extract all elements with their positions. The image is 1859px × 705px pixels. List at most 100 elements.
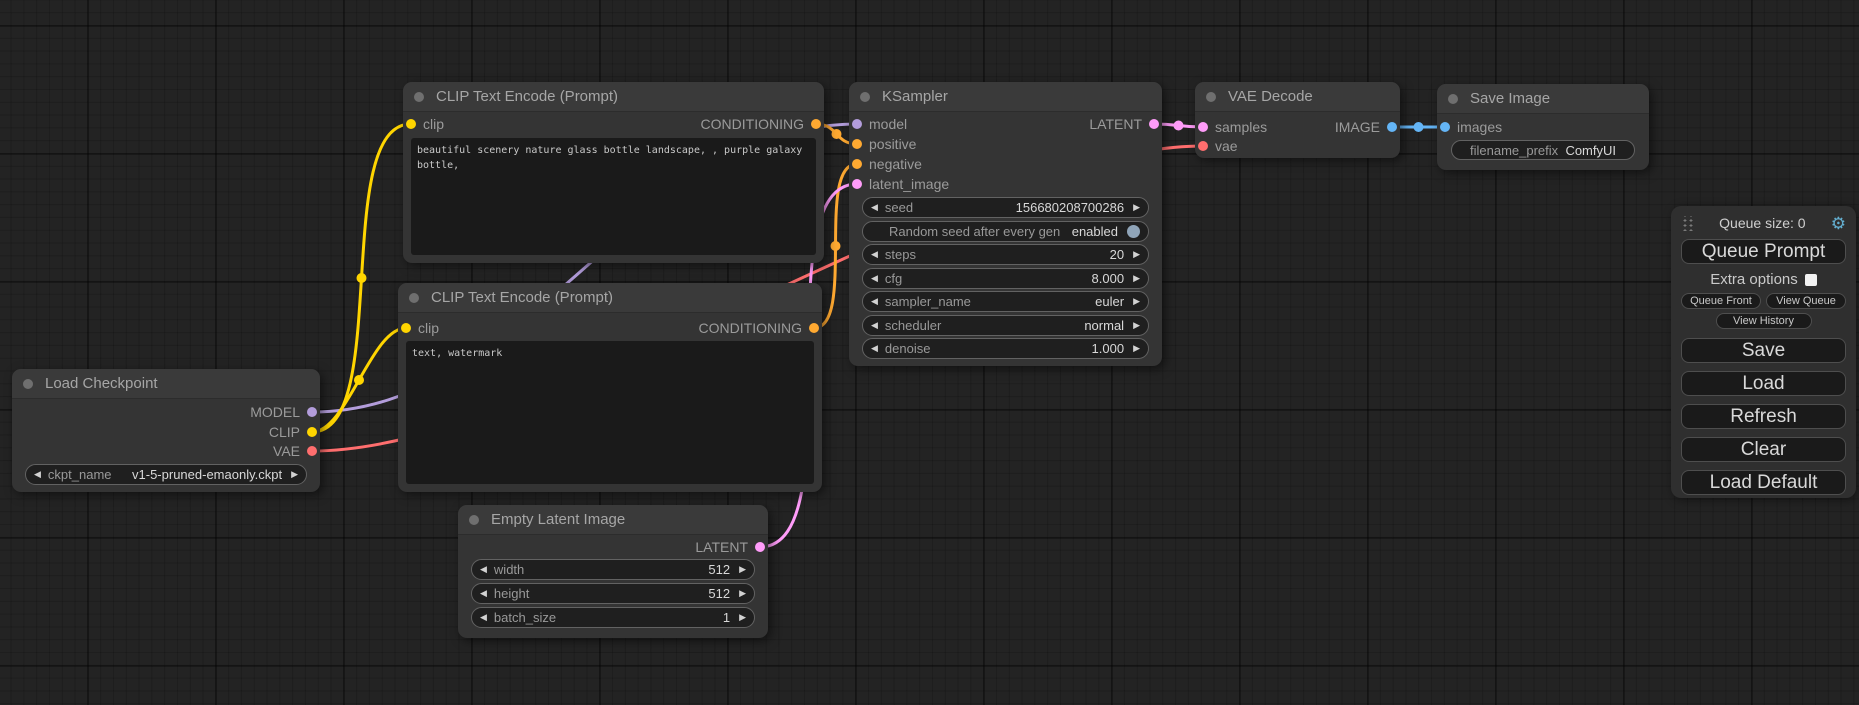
- widget-cfg[interactable]: cfg 8.000: [862, 268, 1149, 289]
- link-midpoint-dot[interactable]: [1174, 121, 1184, 131]
- increment-arrow-icon[interactable]: [739, 565, 746, 574]
- link-midpoint-dot[interactable]: [354, 375, 364, 385]
- increment-arrow-icon[interactable]: [1133, 203, 1140, 212]
- node-title-bar[interactable]: Load Checkpoint: [12, 369, 320, 399]
- slot-label: clip: [423, 116, 444, 132]
- input-port-samples[interactable]: [1198, 122, 1208, 132]
- input-port-clip[interactable]: [401, 323, 411, 333]
- collapse-dot-icon[interactable]: [860, 92, 870, 102]
- output-port-clip[interactable]: [307, 427, 317, 437]
- decrement-arrow-icon[interactable]: [871, 297, 878, 306]
- link-midpoint-dot[interactable]: [832, 129, 842, 139]
- node-clip-text-encode-negative[interactable]: CLIP Text Encode (Prompt) clip CONDITION…: [398, 283, 822, 492]
- output-port-model[interactable]: [307, 407, 317, 417]
- decrement-arrow-icon[interactable]: [34, 470, 41, 479]
- input-port-images[interactable]: [1440, 122, 1450, 132]
- node-empty-latent-image[interactable]: Empty Latent Image LATENT width 512 heig…: [458, 505, 768, 638]
- collapse-dot-icon[interactable]: [414, 92, 424, 102]
- node-load-checkpoint[interactable]: Load Checkpoint MODEL CLIP VAE ckpt_name…: [12, 369, 320, 492]
- increment-arrow-icon[interactable]: [739, 589, 746, 598]
- node-title-bar[interactable]: Empty Latent Image: [458, 505, 768, 535]
- output-slot-latent: LATENT: [1089, 114, 1162, 134]
- clear-button[interactable]: Clear: [1681, 437, 1846, 462]
- node-title-bar[interactable]: KSampler: [849, 82, 1162, 112]
- queue-prompt-button[interactable]: Queue Prompt: [1681, 239, 1846, 264]
- slot-label: LATENT: [695, 539, 748, 555]
- widget-steps[interactable]: steps 20: [862, 244, 1149, 265]
- load-default-button[interactable]: Load Default: [1681, 470, 1846, 495]
- extra-options-checkbox[interactable]: [1805, 274, 1817, 286]
- widget-denoise[interactable]: denoise 1.000: [862, 338, 1149, 359]
- widget-scheduler[interactable]: scheduler normal: [862, 315, 1149, 336]
- refresh-button[interactable]: Refresh: [1681, 404, 1846, 429]
- decrement-arrow-icon[interactable]: [480, 613, 487, 622]
- decrement-arrow-icon[interactable]: [871, 274, 878, 283]
- output-port-conditioning[interactable]: [811, 119, 821, 129]
- widget-height[interactable]: height 512: [471, 583, 755, 604]
- graph-canvas[interactable]: Load Checkpoint MODEL CLIP VAE ckpt_name…: [0, 0, 1859, 705]
- queue-actions-row: Queue Front View Queue: [1681, 293, 1846, 309]
- link-midpoint-dot[interactable]: [1414, 122, 1424, 132]
- prompt-textarea[interactable]: beautiful scenery nature glass bottle la…: [411, 138, 816, 255]
- increment-arrow-icon[interactable]: [291, 470, 298, 479]
- collapse-dot-icon[interactable]: [1206, 92, 1216, 102]
- drag-handle-icon[interactable]: [1681, 216, 1694, 231]
- widget-sampler-name[interactable]: sampler_name euler: [862, 291, 1149, 312]
- decrement-arrow-icon[interactable]: [871, 250, 878, 259]
- increment-arrow-icon[interactable]: [1133, 321, 1140, 330]
- decrement-arrow-icon[interactable]: [871, 203, 878, 212]
- view-queue-button[interactable]: View Queue: [1766, 293, 1846, 309]
- increment-arrow-icon[interactable]: [1133, 344, 1140, 353]
- node-title-bar[interactable]: VAE Decode: [1195, 82, 1400, 112]
- widget-random-seed-toggle[interactable]: Random seed after every gen enabled: [862, 221, 1149, 242]
- increment-arrow-icon[interactable]: [1133, 274, 1140, 283]
- output-port-conditioning[interactable]: [809, 323, 819, 333]
- output-port-latent[interactable]: [755, 542, 765, 552]
- collapse-dot-icon[interactable]: [1448, 94, 1458, 104]
- increment-arrow-icon[interactable]: [1133, 250, 1140, 259]
- queue-front-button[interactable]: Queue Front: [1681, 293, 1761, 309]
- widget-label: batch_size: [494, 610, 556, 625]
- decrement-arrow-icon[interactable]: [871, 321, 878, 330]
- input-port-model[interactable]: [852, 119, 862, 129]
- decrement-arrow-icon[interactable]: [871, 344, 878, 353]
- save-button[interactable]: Save: [1681, 338, 1846, 363]
- input-port-negative[interactable]: [852, 159, 862, 169]
- collapse-dot-icon[interactable]: [469, 515, 479, 525]
- widget-value: 512: [708, 562, 730, 577]
- node-title-bar[interactable]: Save Image: [1437, 84, 1649, 114]
- input-port-positive[interactable]: [852, 139, 862, 149]
- input-port-clip[interactable]: [406, 119, 416, 129]
- output-port-image[interactable]: [1387, 122, 1397, 132]
- input-port-latent-image[interactable]: [852, 179, 862, 189]
- input-port-vae[interactable]: [1198, 141, 1208, 151]
- node-save-image[interactable]: Save Image images filename_prefix ComfyU…: [1437, 84, 1649, 170]
- widget-filename-prefix[interactable]: filename_prefix ComfyUI: [1451, 140, 1635, 160]
- widget-seed[interactable]: seed 156680208700286: [862, 197, 1149, 218]
- node-vae-decode[interactable]: VAE Decode samples vae IMAGE: [1195, 82, 1400, 158]
- node-clip-text-encode-positive[interactable]: CLIP Text Encode (Prompt) clip CONDITION…: [403, 82, 824, 263]
- link-midpoint-dot[interactable]: [831, 241, 841, 251]
- load-button[interactable]: Load: [1681, 371, 1846, 396]
- gear-icon[interactable]: [1831, 215, 1846, 232]
- decrement-arrow-icon[interactable]: [480, 565, 487, 574]
- decrement-arrow-icon[interactable]: [480, 589, 487, 598]
- widget-ckpt-name[interactable]: ckpt_name v1-5-pruned-emaonly.ckpt: [25, 464, 307, 485]
- collapse-dot-icon[interactable]: [409, 293, 419, 303]
- output-port-latent[interactable]: [1149, 119, 1159, 129]
- node-title-bar[interactable]: CLIP Text Encode (Prompt): [403, 82, 824, 112]
- increment-arrow-icon[interactable]: [739, 613, 746, 622]
- widget-width[interactable]: width 512: [471, 559, 755, 580]
- view-history-button[interactable]: View History: [1716, 313, 1812, 329]
- prompt-textarea[interactable]: text, watermark: [406, 341, 814, 484]
- increment-arrow-icon[interactable]: [1133, 297, 1140, 306]
- widget-value: euler: [1095, 294, 1124, 309]
- link-midpoint-dot[interactable]: [357, 273, 367, 283]
- toggle-knob-icon[interactable]: [1127, 225, 1140, 238]
- collapse-dot-icon[interactable]: [23, 379, 33, 389]
- output-port-vae[interactable]: [307, 446, 317, 456]
- widget-batch-size[interactable]: batch_size 1: [471, 607, 755, 628]
- widget-value: 1.000: [1092, 341, 1125, 356]
- node-ksampler[interactable]: KSampler model positive negative latent_…: [849, 82, 1162, 366]
- node-title-bar[interactable]: CLIP Text Encode (Prompt): [398, 283, 822, 313]
